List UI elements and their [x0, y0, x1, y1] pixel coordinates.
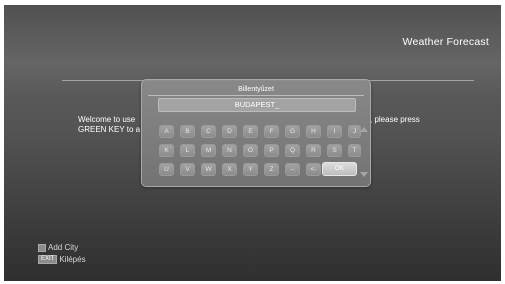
key-e[interactable]: E: [243, 125, 258, 138]
city-name-input[interactable]: BUDAPEST_: [158, 98, 356, 112]
tv-screen: Weather Forecast Welcome to use , please…: [4, 5, 501, 281]
key-h[interactable]: H: [306, 125, 321, 138]
window-title: Weather Forecast: [402, 36, 489, 48]
key-b[interactable]: B: [180, 125, 195, 138]
key-x[interactable]: X: [222, 163, 237, 176]
key-g[interactable]: G: [285, 125, 300, 138]
key-c[interactable]: C: [201, 125, 216, 138]
key-p[interactable]: P: [264, 144, 279, 157]
key-f[interactable]: F: [264, 125, 279, 138]
key-v[interactable]: V: [180, 163, 195, 176]
ok-button[interactable]: OK: [322, 162, 357, 176]
exit-label: Kilépés: [59, 255, 86, 264]
key-t[interactable]: T: [348, 144, 361, 157]
key-w[interactable]: W: [201, 163, 216, 176]
key-s[interactable]: S: [327, 144, 342, 157]
key-k[interactable]: K: [159, 144, 174, 157]
key-d[interactable]: D: [222, 125, 237, 138]
scroll-up-arrow-icon[interactable]: [360, 127, 368, 132]
key-dash[interactable]: –: [285, 163, 300, 176]
on-screen-keyboard: Billentyűzet BUDAPEST_ A B C D E F G H I…: [141, 79, 371, 187]
key-i[interactable]: I: [327, 125, 342, 138]
key-z[interactable]: Z: [264, 163, 279, 176]
key-m[interactable]: M: [201, 144, 216, 157]
key-n[interactable]: N: [222, 144, 237, 157]
scroll-down-arrow-icon[interactable]: [360, 172, 368, 177]
welcome-text-line1: Welcome to use: [78, 115, 136, 124]
keyboard-title: Billentyűzet: [238, 86, 274, 93]
key-backspace[interactable]: <-: [306, 163, 321, 176]
key-a[interactable]: A: [159, 125, 174, 138]
legend-exit: EXIT Kilépés: [38, 255, 86, 265]
key-o[interactable]: O: [243, 144, 258, 157]
legend-add-city: Add City: [38, 243, 78, 253]
key-q[interactable]: Q: [285, 144, 300, 157]
welcome-text-press: , please press: [370, 115, 420, 124]
key-y[interactable]: Y: [243, 163, 258, 176]
add-city-label: Add City: [48, 243, 79, 252]
key-r[interactable]: R: [306, 144, 321, 157]
key-u[interactable]: U: [159, 163, 174, 176]
green-key-icon: [38, 243, 46, 252]
exit-key-icon: EXIT: [38, 255, 58, 265]
keyboard-title-divider: [148, 95, 364, 96]
key-l[interactable]: L: [180, 144, 195, 157]
